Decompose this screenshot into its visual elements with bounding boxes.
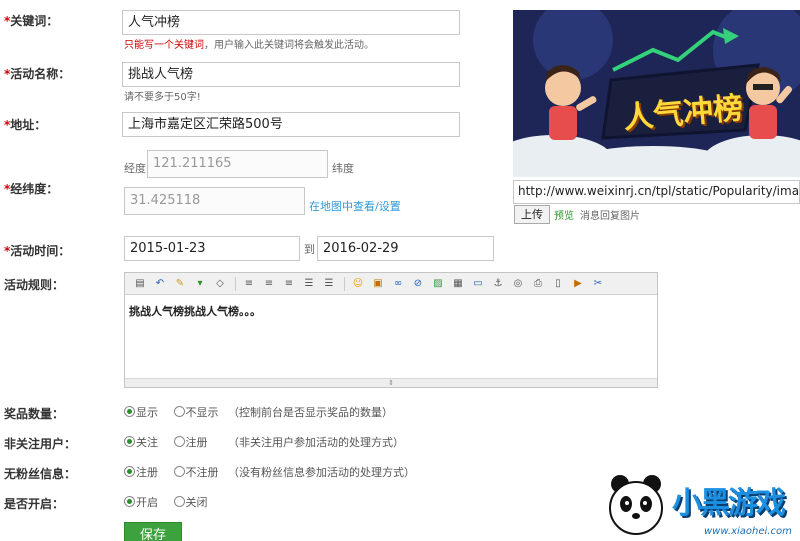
nonfollow-register-label: 注册 [185,436,208,449]
nofans-noregister-label: 不注册 [185,466,219,479]
enabled-off-radio[interactable] [173,496,185,507]
nofans-register-label: 注册 [136,466,158,479]
cover-image: 人气冲榜 [513,10,800,177]
rules-editor[interactable]: ▤ ↶ ✎ ▾ ◇ ≡ ≡ ≡ ☰ ☰ ☺ ▣ ∞ ⊘ ▨ ▦ ▭ ⚓ ◎ ⎙ … [124,272,658,388]
clear-format-icon[interactable]: ✎ [171,276,189,292]
prize-show-label: 显示 [136,406,158,419]
name-label: *活动名称： [4,67,71,81]
nofans-note: （没有粉丝信息参加活动的处理方式） [228,466,415,479]
enabled-on-label: 开启 [136,496,158,509]
image-icon[interactable]: ▣ [369,276,387,292]
emoticon-icon[interactable]: ☺ [349,276,367,292]
align-left-icon[interactable]: ≡ [240,276,258,292]
unordered-list-icon[interactable]: ☰ [320,276,338,292]
latitude-label: 纬度 [332,162,354,175]
to-label: 到 [304,243,315,256]
nofans-options: 注册 不注册 [124,464,219,480]
upload-button[interactable]: 上传 [514,205,550,224]
align-right-icon[interactable]: ≡ [280,276,298,292]
enabled-options: 开启 关闭 [124,494,208,510]
prize-label: 奖品数量： [4,407,65,421]
nofans-register-radio[interactable] [124,466,135,477]
keyword-label: *关键词： [4,14,59,28]
prize-note: （控制前台是否显示奖品的数量） [228,406,393,419]
panda-icon [609,475,663,535]
name-hint: 请不要多于50字! [124,92,201,103]
address-input[interactable]: 上海市嘉定区汇荣路500号 [122,112,460,137]
editor-toolbar: ▤ ↶ ✎ ▾ ◇ ≡ ≡ ≡ ☰ ☰ ☺ ▣ ∞ ⊘ ▨ ▦ ▭ ⚓ ◎ ⎙ … [125,273,657,295]
time-label: *活动时间： [4,244,71,258]
picture-icon[interactable]: ▨ [429,276,447,292]
prize-hide-radio[interactable] [173,406,185,417]
name-input[interactable]: 挑战人气榜 [122,62,460,87]
anchor-icon[interactable]: ⚓ [489,276,507,292]
nonfollow-follow-radio[interactable] [124,436,135,447]
align-center-icon[interactable]: ≡ [260,276,278,292]
keyword-input[interactable]: 人气冲榜 [122,10,460,35]
link-icon[interactable]: ∞ [389,276,407,292]
editor-content[interactable]: 挑战人气榜挑战人气榜。。。 [125,295,657,327]
paste-icon[interactable]: ▾ [191,276,209,292]
cut-icon[interactable]: ✂ [589,276,607,292]
rules-label: 活动规则： [4,278,65,292]
watermark-url: www.xiaohei.com [704,526,792,537]
image-url-input[interactable]: http://www.weixinrj.cn/tpl/static/Popula… [513,180,800,204]
source-icon[interactable]: ▤ [131,276,149,292]
enabled-off-label: 关闭 [185,496,208,509]
table-icon[interactable]: ▦ [449,276,467,292]
map-link[interactable]: 在地图中查看/设置 [309,198,401,214]
end-date-input[interactable]: 2016-02-29 [317,236,494,261]
address-label: *地址： [4,118,47,132]
save-button[interactable]: 保存 [124,522,182,541]
hr-icon[interactable]: ▭ [469,276,487,292]
undo-icon[interactable]: ↶ [151,276,169,292]
keyword-hint: 只能写一个关键词，用户输入此关键词将会触发此活动。 [124,40,374,51]
watermark-brand: 小黑游戏 [672,486,786,521]
longitude-label: 经度 [124,162,146,175]
nonfollow-register-radio[interactable] [173,436,185,447]
enabled-on-radio[interactable] [124,496,135,507]
eraser-icon[interactable]: ◇ [211,276,229,292]
preview-icon[interactable]: ◎ [509,276,527,292]
editor-resize-handle[interactable]: ⇕ [125,378,657,387]
nofans-label: 无粉丝信息： [4,467,77,481]
flash-icon[interactable]: ▶ [569,276,587,292]
start-date-input[interactable]: 2015-01-23 [124,236,300,261]
coords-label: *经纬度： [4,182,59,196]
prize-options: 显示 不显示 [124,404,219,420]
watermark-logo: 小黑游戏 www.xiaohei.com [606,470,800,541]
print-icon[interactable]: ⎙ [529,276,547,292]
preview-link[interactable]: 预览 [554,207,574,222]
enabled-label: 是否开启： [4,497,65,511]
toolbar-separator [344,276,345,291]
latitude-input[interactable]: 31.425118 [124,187,305,215]
nonfollow-follow-label: 关注 [136,436,158,449]
nonfollow-options: 关注 注册 [124,434,208,450]
nonfollow-label: 非关注用户： [4,437,77,451]
prize-hide-label: 不显示 [185,406,219,419]
prize-show-radio[interactable] [124,406,135,417]
longitude-input[interactable]: 121.211165 [147,150,328,178]
unlink-icon[interactable]: ⊘ [409,276,427,292]
reply-image-label: 消息回复图片 [580,211,640,222]
template-icon[interactable]: ▯ [549,276,567,292]
ordered-list-icon[interactable]: ☰ [300,276,318,292]
toolbar-separator [235,276,236,291]
nonfollow-note: （非关注用户参加活动的处理方式） [228,436,404,449]
nofans-noregister-radio[interactable] [173,466,185,477]
